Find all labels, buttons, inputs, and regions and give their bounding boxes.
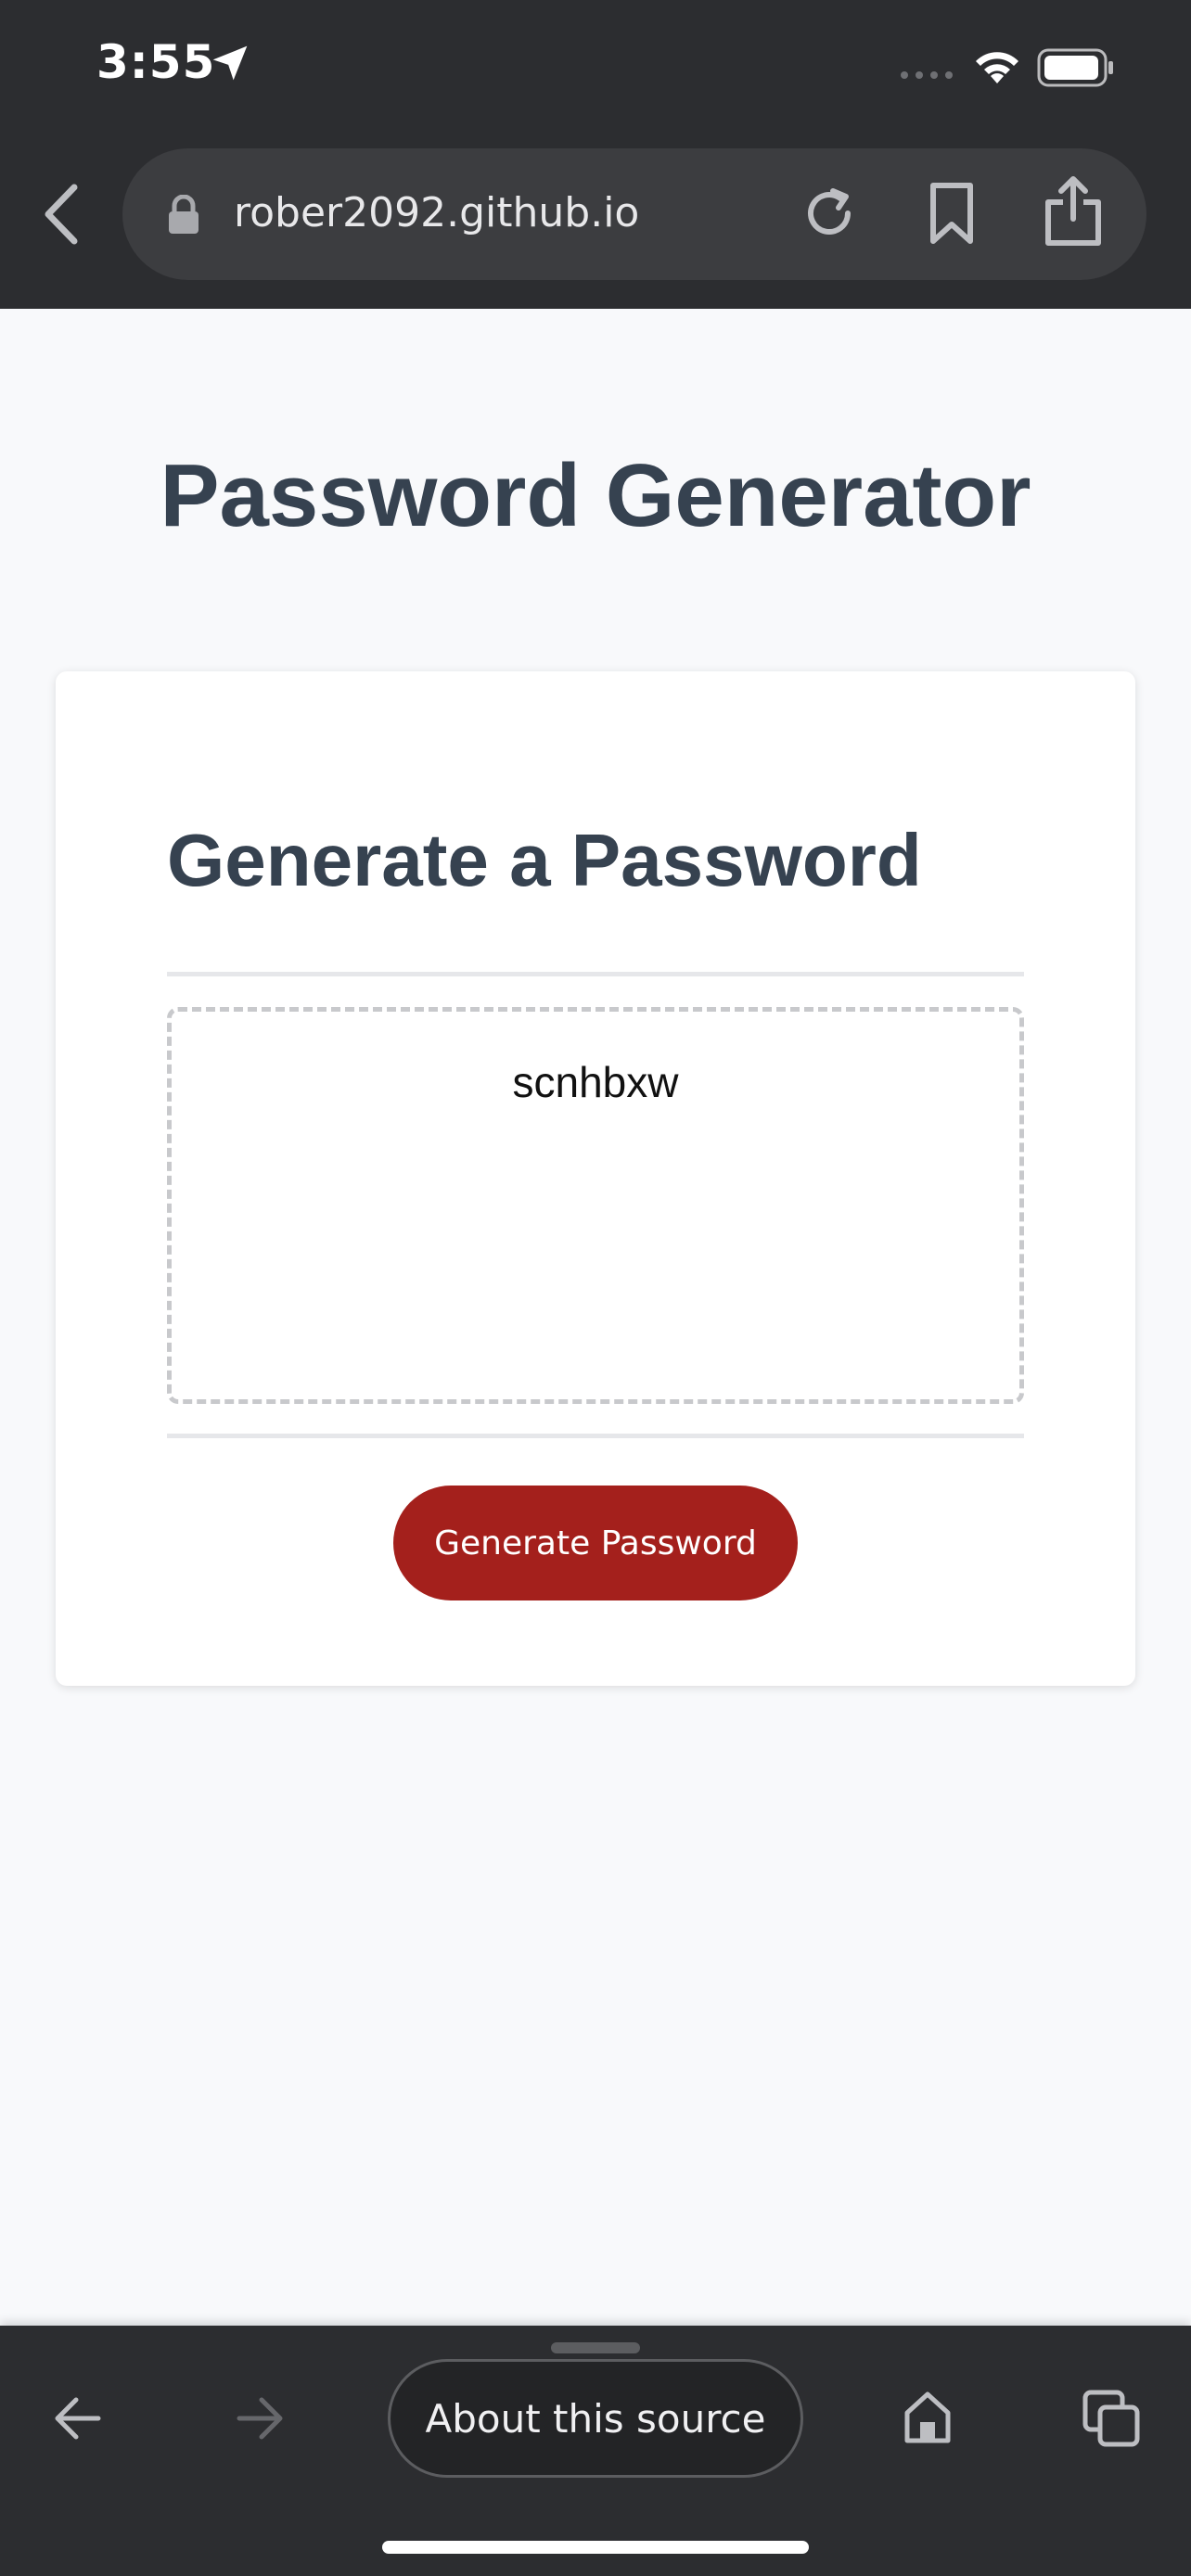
password-output-text[interactable]: scnhbxw [167,1057,1024,1107]
bookmark-icon[interactable] [926,182,978,245]
reload-icon[interactable] [800,184,859,243]
lock-icon [169,195,198,234]
share-icon[interactable] [1043,174,1104,247]
tabs-icon[interactable] [1082,2389,1141,2448]
card-heading: Generate a Password [167,819,922,901]
wifi-icon [976,52,1018,83]
sheet-grabber-handle[interactable] [551,2342,640,2353]
about-this-source-button[interactable]: About this source [388,2359,803,2478]
home-indicator[interactable] [382,2541,809,2554]
battery-icon [1037,48,1113,87]
status-time: 3:55 [96,35,216,89]
generate-password-button[interactable]: Generate Password [393,1486,798,1600]
home-icon[interactable] [902,2391,954,2444]
card-divider-bottom [167,1434,1024,1438]
nav-forward-arrow-icon[interactable] [234,2392,286,2444]
location-arrow-icon [212,45,248,81]
url-text[interactable]: rober2092.github.io [234,189,639,236]
browser-back-chevron-icon[interactable] [35,182,87,247]
card-divider-top [167,972,1024,976]
nav-back-arrow-icon[interactable] [52,2392,104,2444]
page-title: Password Generator [160,446,1031,545]
signal-dots-icon [901,71,953,79]
